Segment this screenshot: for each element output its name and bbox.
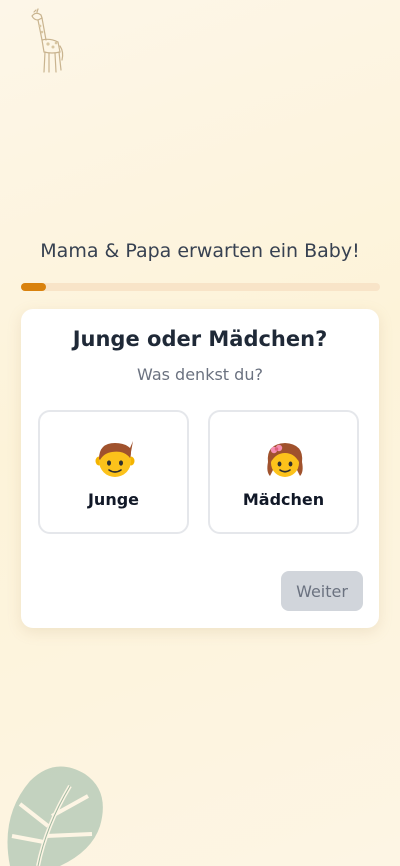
option-boy-button[interactable]: Junge xyxy=(38,410,189,534)
question-subtitle: Was denkst du? xyxy=(137,365,263,384)
option-girl-label: Mädchen xyxy=(242,490,325,509)
girl-emoji-icon xyxy=(267,443,303,477)
page-title: Mama & Papa erwarten ein Baby! xyxy=(40,240,360,262)
boy-emoji-icon xyxy=(95,441,135,477)
option-boy-label: Junge xyxy=(87,490,140,509)
question-card: Junge oder Mädchen? Was denkst du? Junge… xyxy=(21,309,379,628)
option-girl-button[interactable]: Mädchen xyxy=(208,410,359,534)
next-button[interactable]: Weiter xyxy=(281,571,363,611)
progress-bar xyxy=(21,283,380,291)
question-title: Junge oder Mädchen? xyxy=(72,327,328,351)
monstera-leaf-illustration xyxy=(7,766,103,866)
progress-bar-fill xyxy=(21,283,47,291)
giraffe-illustration xyxy=(31,8,64,73)
